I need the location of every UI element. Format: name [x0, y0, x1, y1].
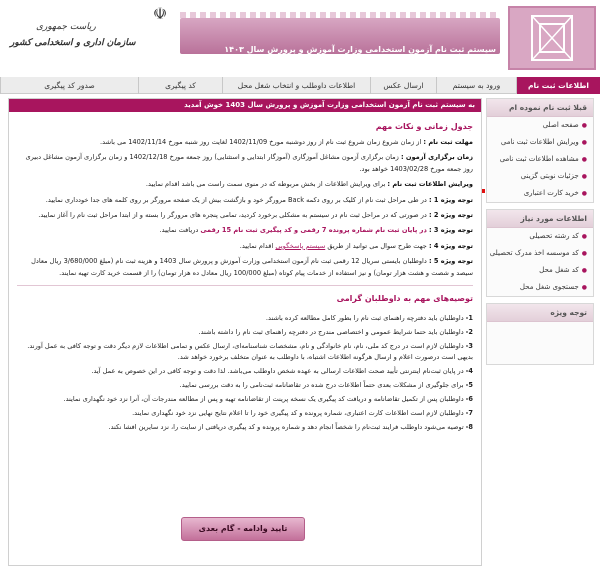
sidebar-item-view-info[interactable]: ●مشاهده اطلاعات ثبت نامی: [487, 151, 593, 168]
sidebar-item-edit-info[interactable]: ●ویرایش اطلاعات ثبت نامی: [487, 134, 593, 151]
site-logo: [508, 6, 596, 70]
org-line-1: ریاست جمهوری: [36, 22, 96, 32]
main-nav: اطلاعات ثبت نام ورود به سیستم ارسال عکس …: [0, 77, 600, 94]
special-note-box: توجه ویژه: [486, 303, 594, 365]
sidebar-item-institute-code[interactable]: ●کد موسسه اخذ مدرک تحصیلی: [487, 245, 593, 262]
list-item: 3-داوطلبان لازم است در درج کد ملی، نام، …: [27, 342, 473, 362]
sidebar-item-home[interactable]: ●صفحه اصلی: [487, 117, 593, 134]
list-item: 8-توصیه می‌شود داوطلب فرایند ثبت‌نام را …: [108, 423, 473, 432]
bullet-icon: ●: [581, 139, 587, 146]
list-item: 5-برای جلوگیری از مشکلات بعدی حتماً اطلا…: [179, 381, 473, 390]
bullet-icon: ●: [581, 267, 587, 274]
right-sidebar: قبلا ثبت نام نموده ام ●صفحه اصلی ●ویرایش…: [465, 98, 594, 371]
main-panel: به سیستم ثبت نام آزمون استخدامی وزارت آم…: [8, 98, 482, 566]
note-2: توجه ویژه 2 : در صورتی که در مراحل ثبت ن…: [38, 211, 473, 220]
required-info-box: اطلاعات مورد نیاز ●کد رشته تحصیلی ●کد مو…: [486, 209, 594, 297]
tab-applicant-info[interactable]: اطلاعات داوطلب و انتخاب شغل محل: [222, 77, 370, 94]
support-system-link[interactable]: سیستم پاسخگویی: [275, 242, 325, 250]
site-header: ☫ ریاست جمهوری سازمان اداری و استخدامی ک…: [0, 0, 600, 76]
bullet-icon: ●: [581, 173, 587, 180]
section-divider: [17, 285, 473, 287]
tab-registration-info[interactable]: اطلاعات ثبت نام: [516, 77, 600, 94]
list-item: 1-داوطلبان باید دفترچه راهنمای ثبت نام ر…: [265, 314, 473, 323]
welcome-header: به سیستم ثبت نام آزمون استخدامی وزارت آم…: [9, 99, 481, 112]
tab-login[interactable]: ورود به سیستم: [436, 77, 516, 94]
required-info-box-title: اطلاعات مورد نیاز: [487, 210, 593, 228]
bullet-icon: ●: [581, 156, 587, 163]
sidebar-item-job-code[interactable]: ●کد شغل محل: [487, 262, 593, 279]
recommendations-title: توصیه‌های مهم به داوطلبان گرامی: [336, 294, 473, 304]
org-line-2: سازمان اداری و استخدامی کشور: [10, 38, 136, 48]
list-item: 2-داوطلبان باید حتما شرایط عمومی و اختصا…: [198, 328, 473, 337]
registration-deadline: مهلت ثبت نام : از زمان شروع زمان شروع ثب…: [100, 138, 473, 146]
note-4: توجه ویژه 4 : جهت طرح سوال می توانید از …: [239, 241, 473, 250]
note-5: توجه ویژه 5 : داوطلبان بایستی سریال 12 ر…: [31, 257, 473, 277]
sidebar-item-field-code[interactable]: ●کد رشته تحصیلی: [487, 228, 593, 245]
bullet-icon: ●: [581, 250, 587, 257]
recommendations-list: 1-داوطلبان باید دفترچه راهنمای ثبت نام ر…: [9, 309, 481, 433]
schedule-section-title: جدول زمانی و نکات مهم: [375, 122, 473, 131]
sidebar-item-details[interactable]: ●جزئیات نوبتی گزینی: [487, 168, 593, 185]
logo-pattern-icon: [531, 15, 573, 61]
iran-emblem-icon: ☫: [152, 4, 168, 23]
org-logo: ☫ ریاست جمهوری سازمان اداری و استخدامی ک…: [6, 4, 176, 70]
registered-box-title: قبلا ثبت نام نموده ام: [487, 99, 593, 117]
system-title: سیستم ثبت نام آزمون استخدامی وزارت آموزش…: [224, 45, 496, 54]
note-3: توجه ویژه 3 : در پایان ثبت نام شماره پرو…: [159, 226, 473, 235]
tab-issue-tracking-code[interactable]: صدور کد پیگیری: [0, 77, 138, 94]
bullet-icon: ●: [581, 190, 587, 197]
sidebar-item-buy-credit-card[interactable]: ●خرید کارت اعتباری: [465, 185, 593, 202]
list-item: 7-داوطلبان لازم است اطلاعات کارت اعتباری…: [132, 409, 473, 418]
confirm-next-button[interactable]: تایید وادامه - گام بعدی: [181, 517, 305, 541]
edit-info-note: ویرایش اطلاعات ثبت نام : برای ویرایش اطل…: [145, 180, 473, 189]
exam-date: زمان برگزاری آزمون : زمان برگزاری آزمون …: [25, 153, 474, 173]
registered-box: قبلا ثبت نام نموده ام ●صفحه اصلی ●ویرایش…: [465, 98, 594, 203]
bullet-icon: ●: [581, 284, 587, 291]
tab-upload-photo[interactable]: ارسال عکس: [370, 77, 436, 94]
bullet-icon: ●: [581, 233, 587, 240]
sidebar-item-job-search[interactable]: ●جستجوی شغل محل: [487, 279, 593, 296]
bullet-icon: ●: [581, 122, 587, 129]
list-item: 4-در پایان ثبت‌نام اینترنتی تأیید صحت اط…: [91, 367, 473, 376]
tab-tracking-code[interactable]: کد پیگیری: [138, 77, 222, 94]
special-note-box-title: توجه ویژه: [487, 304, 593, 322]
list-item: 6-داوطلبان پس از تکمیل تقاضانامه و دریاف…: [63, 395, 474, 404]
note-1: توجه ویژه 1 : در طی مراحل ثبت نام از کلی…: [45, 195, 473, 204]
